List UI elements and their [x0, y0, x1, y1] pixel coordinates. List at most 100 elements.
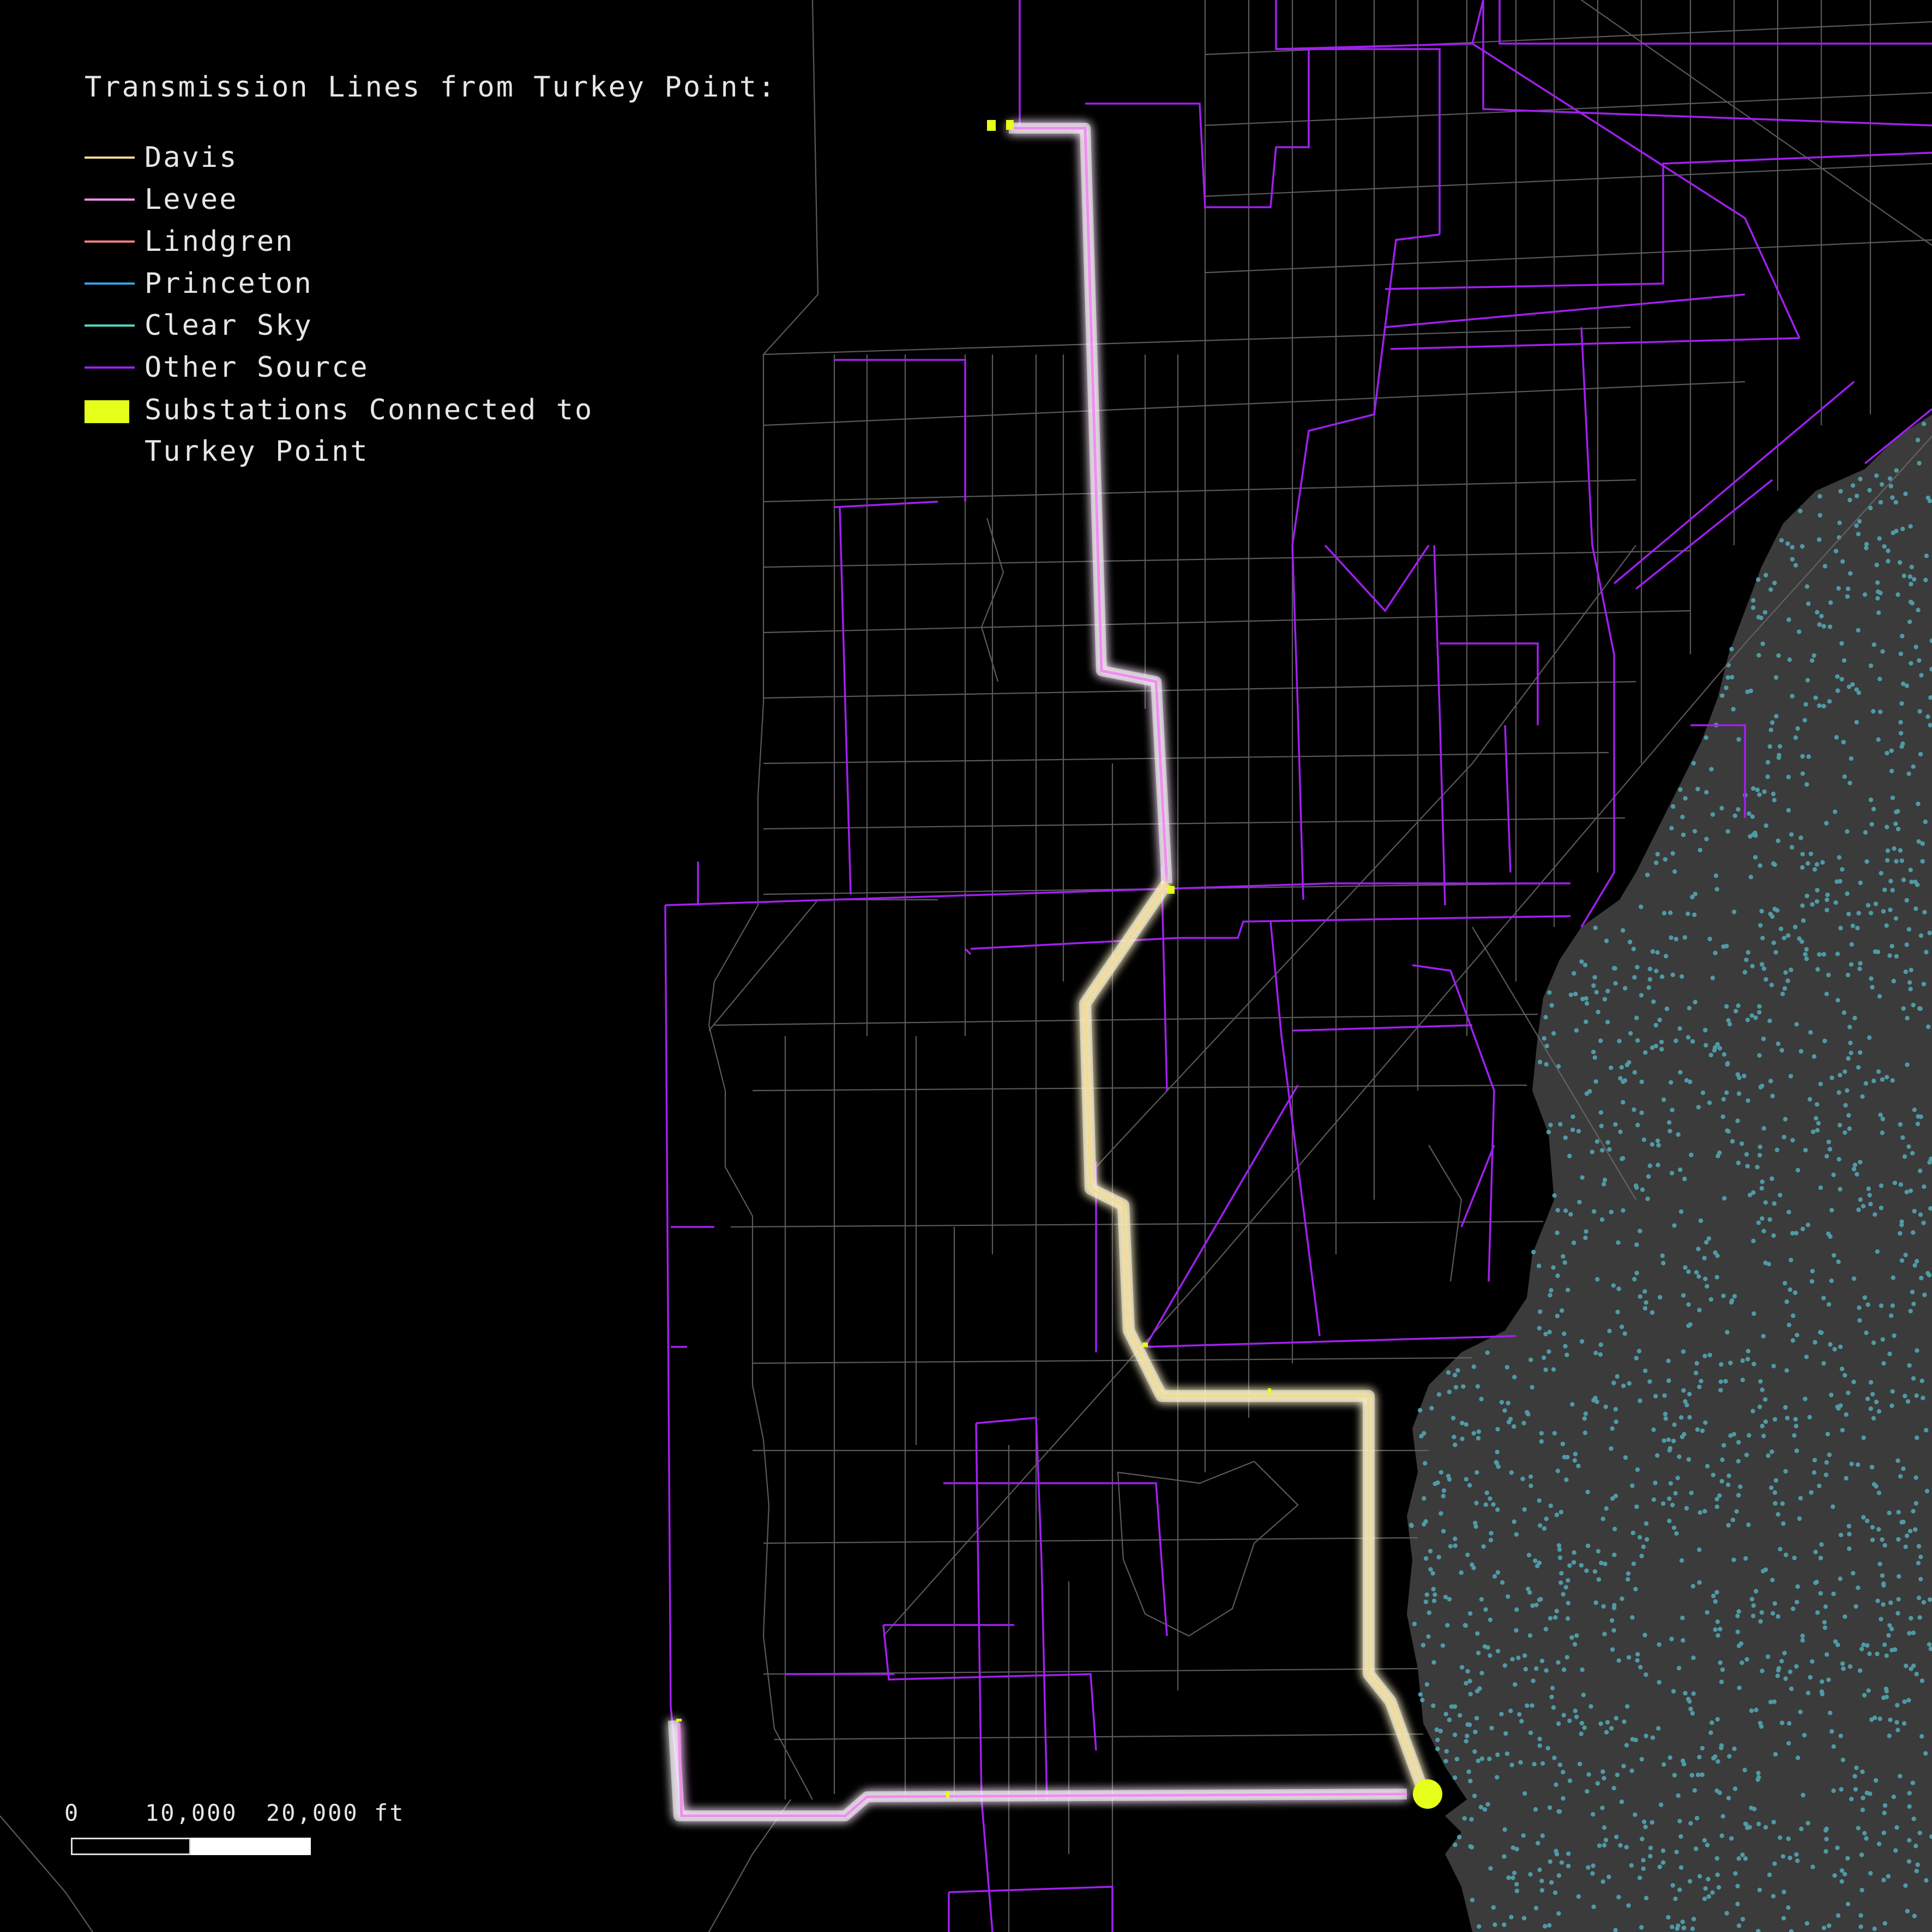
water-dot [1804, 1355, 1809, 1359]
water-dot [1664, 1006, 1669, 1012]
water-dot [1889, 1403, 1894, 1409]
water-dot [1653, 1480, 1658, 1485]
water-dot [1459, 1570, 1464, 1575]
water-dot [1908, 986, 1913, 991]
water-dot [1910, 1151, 1915, 1155]
water-dot [1639, 1925, 1644, 1930]
water-dot [1657, 1295, 1663, 1300]
water-dot [1761, 1229, 1766, 1233]
water-dot [1509, 1470, 1514, 1475]
water-dot [1655, 1453, 1660, 1458]
water-dot [1786, 1905, 1791, 1910]
water-dot [1610, 1647, 1615, 1652]
water-dot [1786, 1209, 1791, 1214]
water-dot [1502, 1827, 1507, 1832]
water-dot [1907, 574, 1912, 579]
water-dot [1869, 822, 1874, 827]
water-dot [1476, 1758, 1480, 1764]
water-dot [1845, 891, 1850, 896]
water-dot [1817, 513, 1822, 518]
water-dot [1653, 1022, 1658, 1028]
water-dot [1746, 1098, 1750, 1103]
water-dot [1851, 1380, 1856, 1385]
water-dot [1539, 1658, 1545, 1664]
water-dot [1725, 675, 1730, 680]
water-dot [1807, 1097, 1813, 1102]
water-dot [1871, 1079, 1876, 1084]
water-dot [1918, 1576, 1923, 1582]
water-dot [1823, 1604, 1828, 1609]
water-dot [1638, 1294, 1642, 1299]
water-dot [1838, 1403, 1843, 1408]
water-dot [1706, 1876, 1711, 1882]
water-dot [1591, 1812, 1596, 1817]
water-dot [1689, 1773, 1694, 1778]
water-dot [1466, 1769, 1471, 1774]
water-dot [1805, 1821, 1810, 1826]
water-dot [1731, 910, 1737, 914]
water-dot [1719, 1680, 1724, 1684]
water-dot [1606, 1874, 1611, 1880]
water-dot [1917, 709, 1922, 714]
water-dot [1489, 1531, 1494, 1536]
water-dot [1592, 975, 1597, 980]
water-dot [1644, 1300, 1648, 1305]
water-dot [1423, 1461, 1428, 1466]
legend-label: Substations Connected to Turkey Point [145, 389, 593, 472]
water-dot [1704, 836, 1709, 841]
water-dot [1804, 893, 1809, 899]
water-dot [1838, 1187, 1843, 1191]
water-dot [1573, 1708, 1578, 1713]
water-dot [1885, 824, 1889, 829]
water-dot [1826, 1139, 1831, 1145]
water-dot [1644, 1537, 1650, 1542]
water-dot [1681, 1293, 1686, 1298]
water-dot [1900, 526, 1905, 532]
water-dot [1903, 1883, 1908, 1888]
water-dot [1902, 1154, 1907, 1159]
water-dot [1603, 1838, 1609, 1843]
water-dot [1671, 1689, 1676, 1694]
water-dot [1898, 1122, 1903, 1127]
water-dot [1862, 1831, 1867, 1835]
water-dot [1713, 1627, 1718, 1632]
water-dot [1840, 867, 1845, 872]
water-dot [1706, 1236, 1711, 1241]
water-dot [1559, 1571, 1564, 1576]
water-dot [1681, 1638, 1686, 1643]
water-dot [1798, 1496, 1803, 1501]
water-dot [1752, 1807, 1757, 1811]
water-dot [1482, 1807, 1488, 1812]
water-dot [1858, 880, 1863, 886]
water-dot [1842, 1871, 1847, 1876]
lindgren-swatch [85, 240, 135, 243]
water-dot [1747, 1433, 1752, 1438]
water-dot [1467, 1483, 1472, 1488]
water-dot [1619, 1799, 1624, 1804]
water-dot [1621, 1764, 1626, 1768]
water-dot [1716, 1153, 1720, 1159]
water-dot [1540, 1761, 1545, 1766]
water-dot [1888, 1313, 1894, 1318]
water-dot [1615, 1309, 1620, 1315]
water-dot [1791, 1606, 1796, 1611]
water-dot [1512, 1375, 1517, 1380]
water-dot [1801, 918, 1806, 923]
water-dot [1831, 1591, 1836, 1597]
water-dot [1764, 823, 1768, 828]
water-dot [1690, 894, 1695, 900]
water-dot [1686, 1457, 1692, 1462]
water-dot [1660, 1501, 1666, 1506]
water-dot [1843, 1614, 1847, 1619]
water-dot [1641, 1819, 1647, 1825]
water-dot [1879, 1183, 1884, 1188]
water-dot [1621, 1383, 1626, 1388]
water-dot [1611, 1605, 1617, 1610]
water-dot [1607, 1147, 1612, 1152]
water-dot [1476, 1651, 1481, 1656]
water-dot [1854, 720, 1859, 725]
water-dot [1797, 1516, 1802, 1521]
levee-swatch [85, 198, 135, 201]
water-dot [1751, 1238, 1756, 1243]
legend-item-davis: Davis [85, 136, 777, 178]
